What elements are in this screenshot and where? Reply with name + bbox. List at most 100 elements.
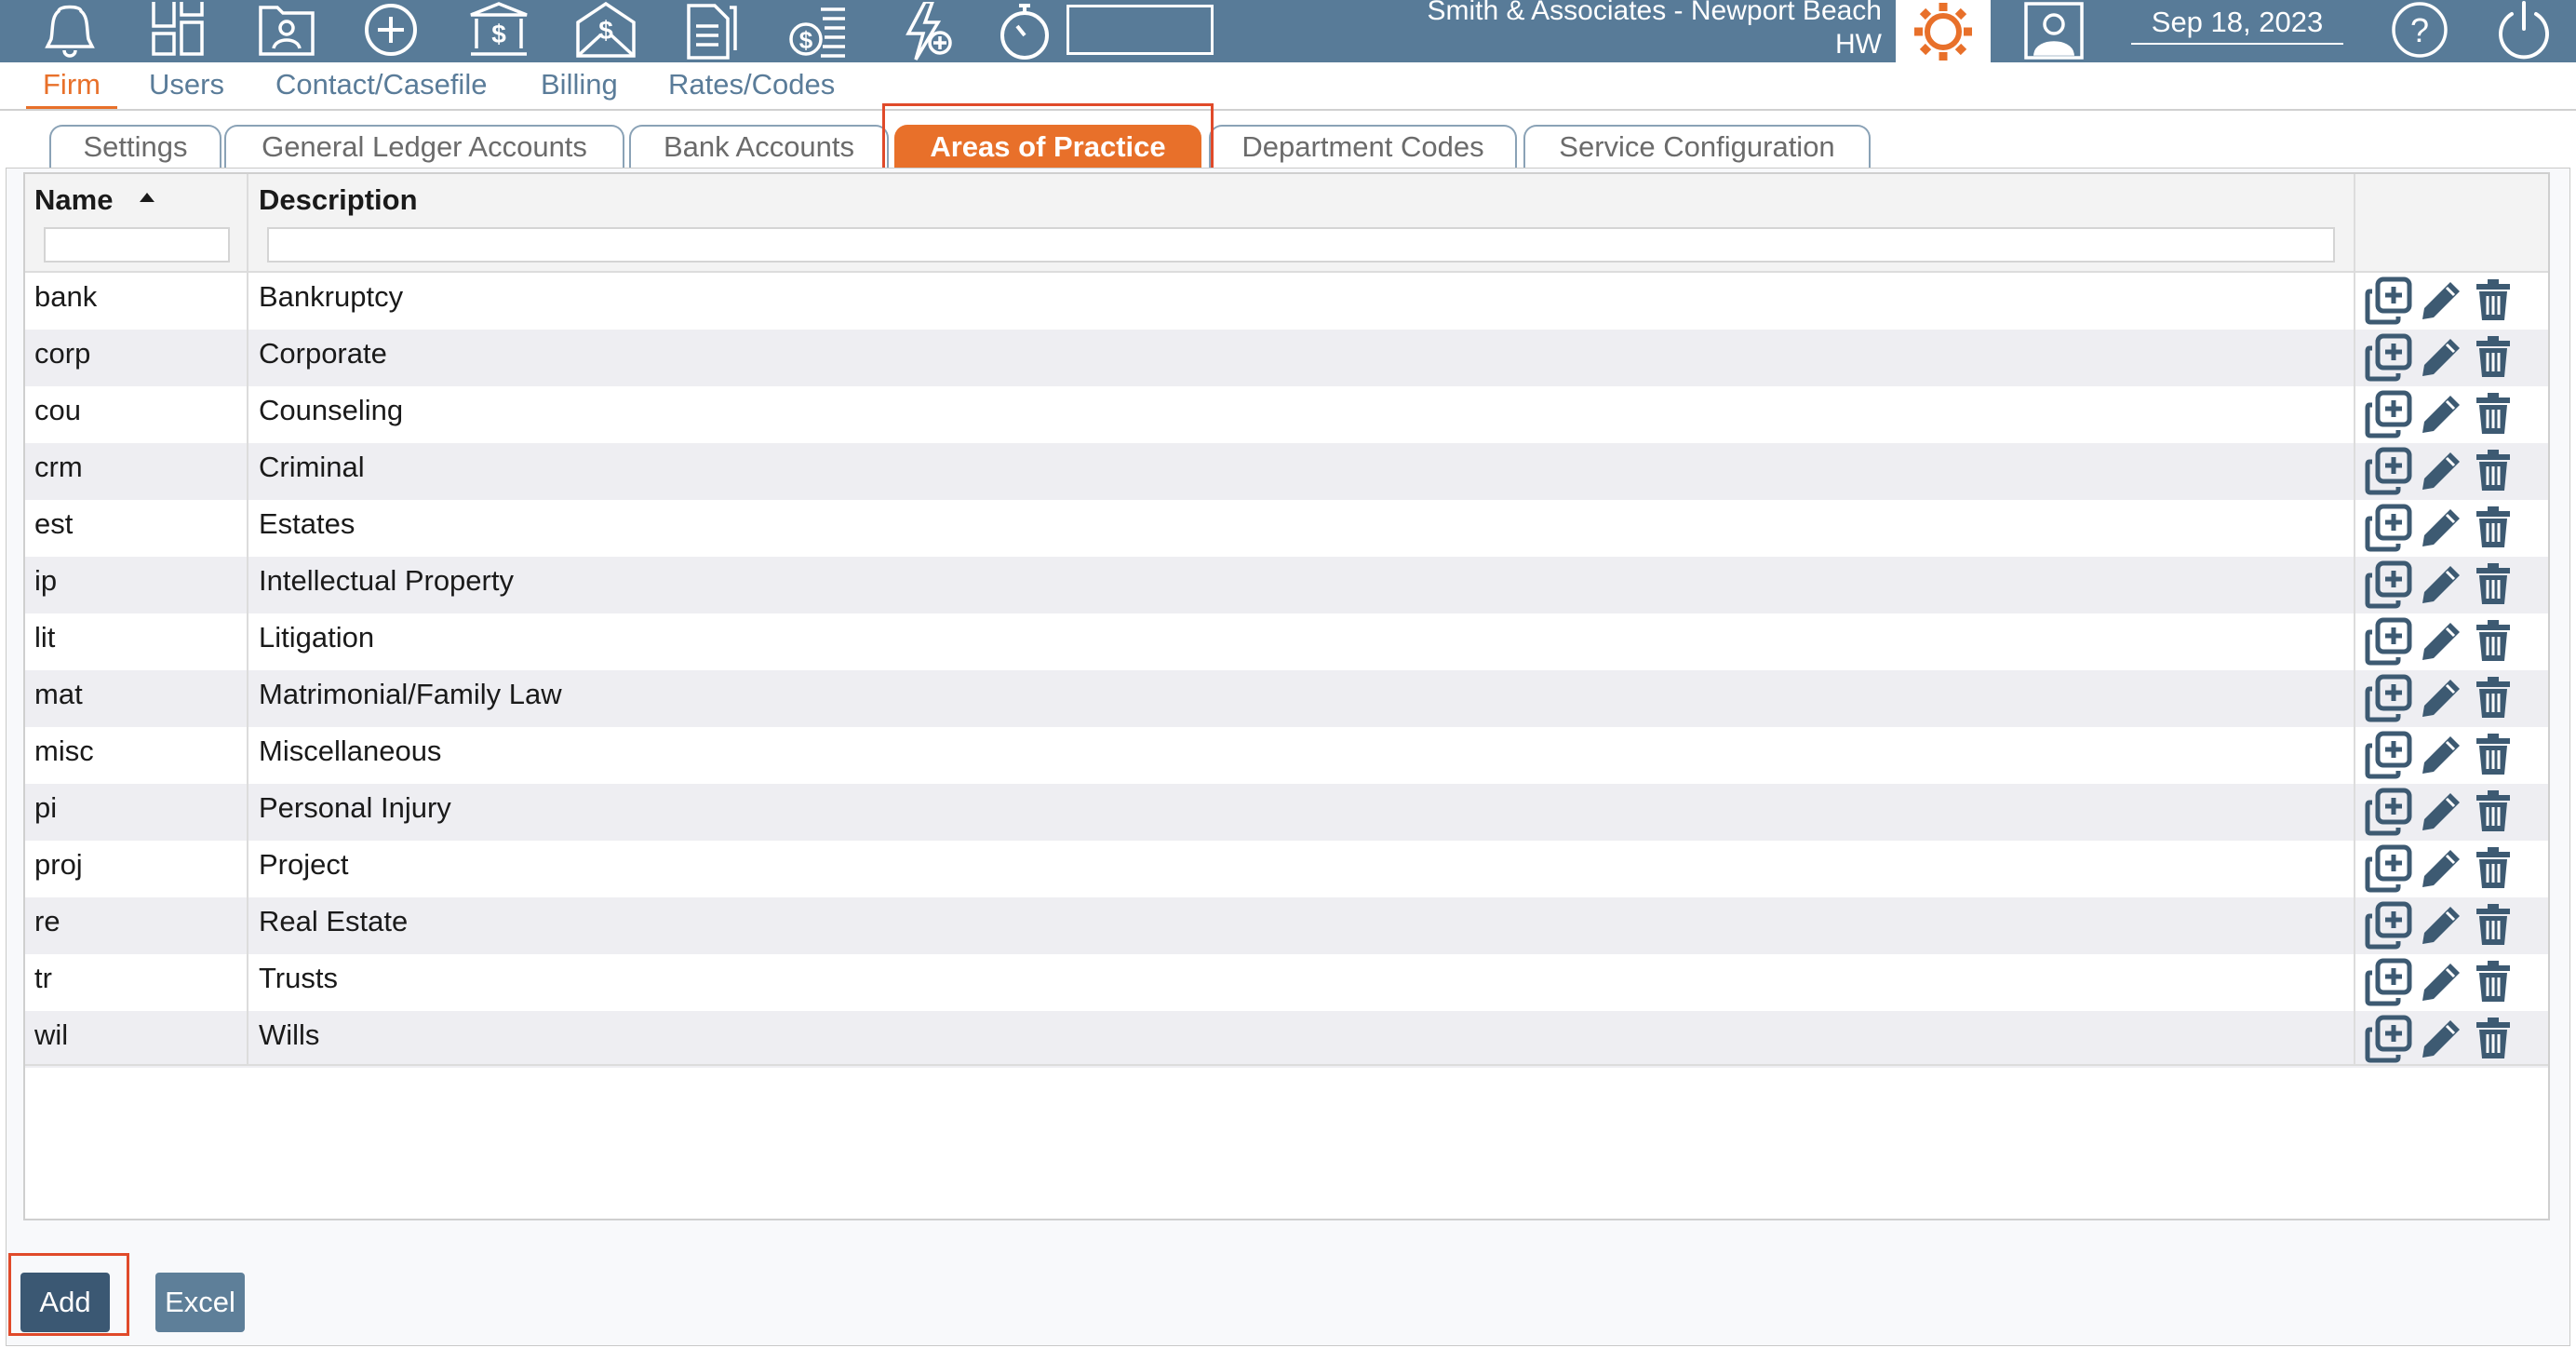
table-row[interactable]: mat Matrimonial/Family Law [25,670,2548,727]
edit-pencil-icon[interactable] [2415,899,2467,951]
delete-trash-icon[interactable] [2467,502,2519,554]
cell-name: cou [34,394,81,426]
delete-trash-icon[interactable] [2467,615,2519,667]
edit-pencil-icon[interactable] [2415,842,2467,895]
column-header-name[interactable]: Name [34,183,113,217]
delete-trash-icon[interactable] [2467,842,2519,895]
edit-pencil-icon[interactable] [2415,672,2467,724]
edit-pencil-icon[interactable] [2415,331,2467,384]
delete-trash-icon[interactable] [2467,1013,2519,1065]
edit-pencil-icon[interactable] [2415,1013,2467,1065]
row-actions [2363,275,2519,327]
tab-bank-accounts[interactable]: Bank Accounts [629,125,889,168]
column-header-description[interactable]: Description [259,183,418,217]
table-row[interactable]: corp Corporate [25,330,2548,386]
menu-item-firm[interactable]: Firm [26,66,117,109]
table-row[interactable]: cou Counseling [25,386,2548,443]
edit-pencil-icon[interactable] [2415,615,2467,667]
copy-add-icon[interactable] [2363,956,2415,1008]
delete-trash-icon[interactable] [2467,672,2519,724]
copy-add-icon[interactable] [2363,1013,2415,1065]
grid-body-bottom-border [25,1064,2548,1066]
copy-add-icon[interactable] [2363,786,2415,838]
row-actions [2363,445,2519,497]
table-row[interactable]: lit Litigation [25,613,2548,670]
copy-add-icon[interactable] [2363,275,2415,327]
help-icon[interactable]: ? [2386,0,2453,62]
delete-trash-icon[interactable] [2467,729,2519,781]
tab-general-ledger-accounts[interactable]: General Ledger Accounts [224,125,624,168]
delete-trash-icon[interactable] [2467,331,2519,384]
tab-areas-of-practice[interactable]: Areas of Practice [894,125,1201,168]
table-row[interactable]: bank Bankruptcy [25,273,2548,330]
name-filter-input[interactable] [44,227,230,263]
svg-text:$: $ [598,16,613,45]
edit-pencil-icon[interactable] [2415,559,2467,611]
table-row[interactable]: crm Criminal [25,443,2548,500]
tab-service-configuration[interactable]: Service Configuration [1523,125,1871,168]
sort-ascending-icon[interactable] [138,191,156,204]
table-row[interactable]: pi Personal Injury [25,784,2548,841]
table-row[interactable]: wil Wills [25,1011,2548,1068]
table-row[interactable]: est Estates [25,500,2548,557]
copy-add-icon[interactable] [2363,899,2415,951]
dashboard-icon[interactable] [142,0,213,62]
quick-search-input[interactable] [1067,5,1214,55]
edit-pencil-icon[interactable] [2415,502,2467,554]
table-row[interactable]: tr Trusts [25,954,2548,1011]
edit-pencil-icon[interactable] [2415,388,2467,440]
bell-icon[interactable] [34,0,106,62]
copy-add-icon[interactable] [2363,331,2415,384]
copy-add-icon[interactable] [2363,729,2415,781]
table-row[interactable]: proj Project [25,841,2548,897]
menu-item-rates-codes[interactable]: Rates/Codes [668,66,835,103]
areas-of-practice-grid: Name Description bank Bankruptcy corp Corpo… [23,172,2550,1220]
edit-pencil-icon[interactable] [2415,729,2467,781]
tab-settings[interactable]: Settings [49,125,221,168]
edit-pencil-icon[interactable] [2415,956,2467,1008]
cell-name: bank [34,280,98,313]
copy-add-icon[interactable] [2363,672,2415,724]
delete-trash-icon[interactable] [2467,899,2519,951]
table-row[interactable]: misc Miscellaneous [25,727,2548,784]
copy-add-icon[interactable] [2363,559,2415,611]
cell-name: ip [34,564,58,597]
delete-trash-icon[interactable] [2467,956,2519,1008]
copy-add-icon[interactable] [2363,445,2415,497]
menu-item-billing[interactable]: Billing [541,66,618,103]
menu-item-contact-casefile[interactable]: Contact/Casefile [275,66,487,103]
add-button[interactable]: Add [20,1273,110,1332]
stopwatch-icon[interactable] [992,0,1057,62]
cell-name: corp [34,337,91,370]
delete-trash-icon[interactable] [2467,445,2519,497]
power-icon[interactable] [2490,0,2557,62]
tab-department-codes[interactable]: Department Codes [1209,125,1517,168]
table-row[interactable]: re Real Estate [25,897,2548,954]
edit-pencil-icon[interactable] [2415,445,2467,497]
menu-item-users[interactable]: Users [149,66,224,103]
folder-person-icon[interactable] [249,0,324,62]
copy-add-icon[interactable] [2363,388,2415,440]
user-icon[interactable] [2019,0,2088,62]
description-filter-input[interactable] [267,227,2335,263]
copy-add-icon[interactable] [2363,502,2415,554]
copy-add-icon[interactable] [2363,615,2415,667]
delete-trash-icon[interactable] [2467,388,2519,440]
delete-trash-icon[interactable] [2467,559,2519,611]
edit-pencil-icon[interactable] [2415,275,2467,327]
add-circle-icon[interactable] [354,0,428,62]
coins-icon[interactable]: $ [782,0,856,62]
bank-icon[interactable]: $ [462,0,536,62]
excel-export-button[interactable]: Excel [155,1273,245,1332]
settings-gear-button[interactable] [1896,0,1991,62]
document-icon[interactable] [676,0,746,62]
delete-trash-icon[interactable] [2467,275,2519,327]
current-date[interactable]: Sep 18, 2023 [2131,6,2343,45]
delete-trash-icon[interactable] [2467,786,2519,838]
table-row[interactable]: ip Intellectual Property [25,557,2548,613]
row-actions [2363,331,2519,384]
edit-pencil-icon[interactable] [2415,786,2467,838]
envelope-dollar-icon[interactable]: $ [570,0,642,62]
copy-add-icon[interactable] [2363,842,2415,895]
lightning-add-icon[interactable] [890,0,964,62]
